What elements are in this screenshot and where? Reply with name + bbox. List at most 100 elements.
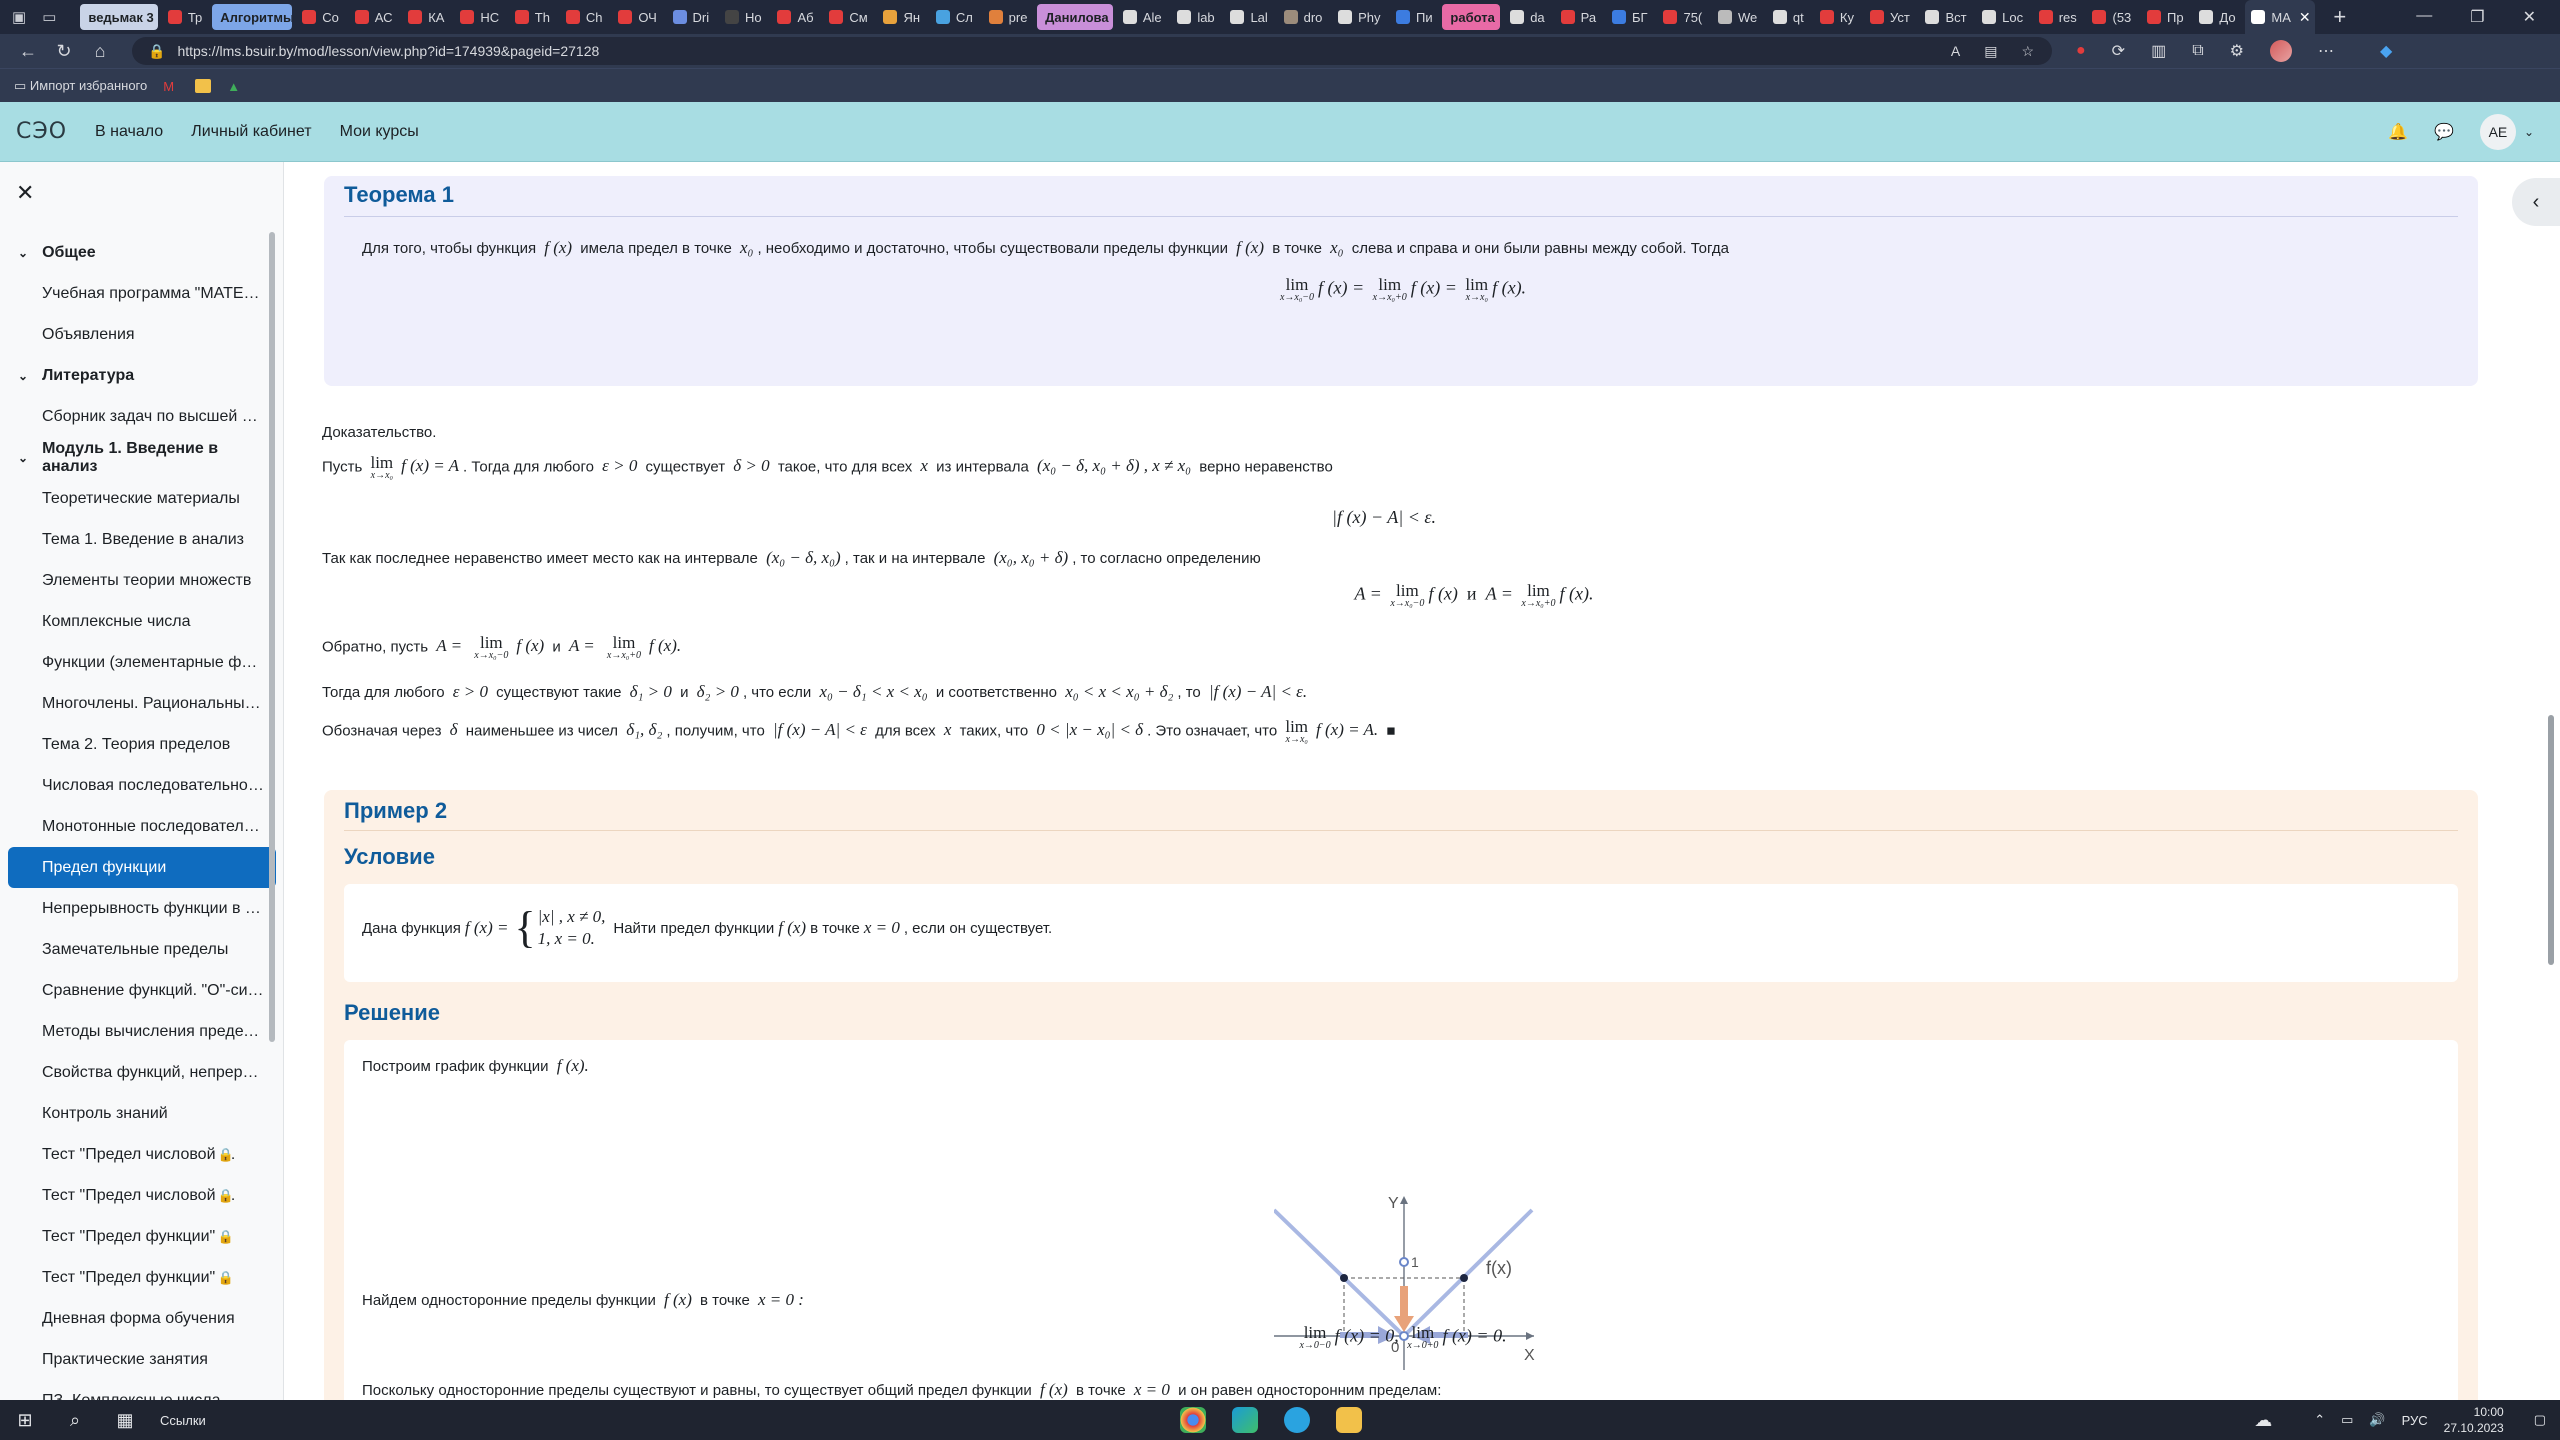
extensions-icon[interactable]: ⚙ — [2230, 41, 2244, 61]
browser-tab[interactable]: Сл — [930, 4, 979, 30]
browser-tab[interactable]: Данилова — [1037, 4, 1113, 30]
course-index-item[interactable]: Тест "Предел числовой последовательности… — [8, 1175, 276, 1216]
task-view-icon[interactable]: ▦ — [100, 1410, 150, 1431]
read-aloud-icon[interactable]: A — [1951, 43, 1960, 60]
messages-icon[interactable]: 💬 — [2434, 122, 2454, 142]
browser-tab[interactable]: КА — [402, 4, 450, 30]
page-scrollbar[interactable] — [2548, 715, 2554, 965]
course-index-item[interactable]: Учебная программа "МАТЕМАТИЧЕСКИЙ АНАЛИЗ… — [8, 273, 276, 314]
browser-tab[interactable]: Уст — [1864, 4, 1915, 30]
nav-my-courses[interactable]: Мои курсы — [340, 123, 419, 141]
gmail-icon[interactable]: M — [163, 79, 179, 94]
nav-home[interactable]: В начало — [95, 123, 163, 141]
browser-tab[interactable]: qt — [1767, 4, 1810, 30]
chrome-icon[interactable] — [1180, 1407, 1206, 1433]
course-index-item[interactable]: Сравнение функций. "О"-символика — [8, 970, 276, 1011]
search-icon[interactable]: ⌕ — [50, 1410, 100, 1431]
browser-tab[interactable]: res — [2033, 4, 2083, 30]
course-index-item[interactable]: Монотонные последовательности — [8, 806, 276, 847]
browser-tab[interactable]: ОЧ — [612, 4, 662, 30]
browser-tab[interactable]: Тр — [162, 4, 208, 30]
browser-tab[interactable]: Вст — [1919, 4, 1972, 30]
drive-icon[interactable]: ▲ — [227, 79, 243, 94]
browser-tab[interactable]: Co — [296, 4, 344, 30]
chevron-down-icon[interactable]: ⌄ — [18, 451, 28, 465]
course-section[interactable]: ⌄ Литература — [8, 355, 276, 396]
notifications-bell-icon[interactable]: 🔔 — [2388, 122, 2408, 142]
browser-tab[interactable]: БГ — [1606, 4, 1653, 30]
browser-tab[interactable]: Пи — [1390, 4, 1438, 30]
browser-tab[interactable]: Ch — [560, 4, 608, 30]
course-section[interactable]: ⌄ Модуль 1. Введение в анализ — [8, 437, 276, 478]
course-index-item[interactable]: Замечательные пределы — [8, 929, 276, 970]
course-index-item[interactable]: Многочлены. Рациональные дроби — [8, 683, 276, 724]
notification-center-icon[interactable]: ▢ — [2534, 1412, 2546, 1428]
back-icon[interactable]: ← — [10, 41, 46, 62]
workspaces-icon[interactable]: ▣ — [12, 8, 26, 26]
file-explorer-icon[interactable] — [1336, 1407, 1362, 1433]
course-section[interactable]: ⌄ Общее — [8, 232, 276, 273]
course-index-item[interactable]: ПЗ. Комплексные числа — [8, 1380, 276, 1400]
edge-icon[interactable] — [1232, 1407, 1258, 1433]
onedrive-icon[interactable]: ☁ — [2254, 1410, 2272, 1431]
course-index-item[interactable]: Теоретические материалы — [8, 478, 276, 519]
browser-tab[interactable]: Ра — [1555, 4, 1602, 30]
start-icon[interactable]: ⊞ — [0, 1410, 50, 1431]
course-index-item[interactable]: Практические занятия — [8, 1339, 276, 1380]
browser-tab[interactable]: Phy — [1332, 4, 1386, 30]
close-tab-icon[interactable]: ✕ — [2299, 9, 2311, 26]
favorite-star-icon[interactable]: ☆ — [2021, 43, 2034, 60]
browser-tab[interactable]: Lal — [1224, 4, 1273, 30]
refresh-extension-icon[interactable]: ⟳ — [2112, 41, 2125, 61]
course-index-item[interactable]: Сборник задач по высшей математике — [8, 396, 276, 437]
app-available-icon[interactable]: ▤ — [1984, 43, 1997, 60]
browser-tab[interactable]: Но — [719, 4, 767, 30]
browser-tab[interactable]: da — [1504, 4, 1550, 30]
course-index-item[interactable]: Тема 2. Теория пределов — [8, 724, 276, 765]
home-icon[interactable]: ⌂ — [82, 41, 118, 62]
course-index-item[interactable]: Числовая последовательность — [8, 765, 276, 806]
course-index-item[interactable]: Элементы теории множеств — [8, 560, 276, 601]
course-index-item[interactable]: Методы вычисления пределов — [8, 1011, 276, 1052]
profile-avatar[interactable] — [2269, 40, 2292, 62]
course-index-item[interactable]: Функции (элементарные функции) — [8, 642, 276, 683]
extension-icon[interactable]: ● — [2076, 42, 2086, 60]
tab-actions-icon[interactable]: ▭ — [42, 8, 56, 26]
browser-tab[interactable]: pre — [983, 4, 1034, 30]
chevron-down-icon[interactable]: ⌄ — [18, 369, 28, 383]
browser-tab[interactable]: МА ✕ — [2245, 0, 2316, 34]
course-index-item[interactable]: Тема 1. Введение в анализ — [8, 519, 276, 560]
browser-tab[interactable]: Dri — [667, 4, 715, 30]
volume-icon[interactable]: 🔊 — [2369, 1412, 2385, 1428]
chevron-down-icon[interactable]: ⌄ — [18, 246, 28, 260]
course-index-item[interactable]: Объявления — [8, 314, 276, 355]
browser-tab[interactable]: Алгоритмы — [212, 4, 293, 30]
url-field[interactable]: 🔒 https://lms.bsuir.by/mod/lesson/view.p… — [132, 37, 2052, 65]
browser-tab[interactable]: 75( — [1657, 4, 1708, 30]
browser-tab[interactable]: Аб — [771, 4, 819, 30]
browser-tab[interactable]: НС — [454, 4, 504, 30]
browser-tab[interactable]: АС — [349, 4, 399, 30]
network-icon[interactable]: ▭ — [2341, 1412, 2353, 1428]
telegram-icon[interactable] — [1284, 1407, 1310, 1433]
tray-chevron-icon[interactable]: ⌃ — [2314, 1412, 2325, 1428]
browser-tab[interactable]: We — [1712, 4, 1763, 30]
course-index-item[interactable]: Дневная форма обучения — [8, 1298, 276, 1339]
split-screen-icon[interactable]: ▥ — [2151, 41, 2166, 61]
refresh-icon[interactable]: ↻ — [46, 41, 82, 62]
new-tab-icon[interactable]: + — [2333, 4, 2346, 30]
browser-tab[interactable]: работа — [1442, 4, 1501, 30]
course-index-item[interactable]: Непрерывность функции в точке — [8, 888, 276, 929]
site-logo[interactable]: СЭО — [16, 119, 67, 144]
course-index-item[interactable]: Комплексные числа — [8, 601, 276, 642]
open-block-drawer-button[interactable]: ‹ — [2512, 178, 2560, 226]
taskbar-links-label[interactable]: Ссылки — [160, 1413, 206, 1428]
user-menu[interactable]: АЕ ⌄ — [2479, 113, 2534, 150]
language-indicator[interactable]: РУС — [2402, 1413, 2428, 1428]
browser-tab[interactable]: Пр — [2141, 4, 2189, 30]
restore-icon[interactable]: ❐ — [2470, 7, 2484, 27]
minimize-icon[interactable]: — — [2416, 7, 2432, 27]
browser-tab[interactable]: См — [823, 4, 873, 30]
course-index-item[interactable]: Тест "Предел функции" 🔒 — [8, 1216, 276, 1257]
more-menu-icon[interactable]: ⋯ — [2318, 41, 2334, 61]
